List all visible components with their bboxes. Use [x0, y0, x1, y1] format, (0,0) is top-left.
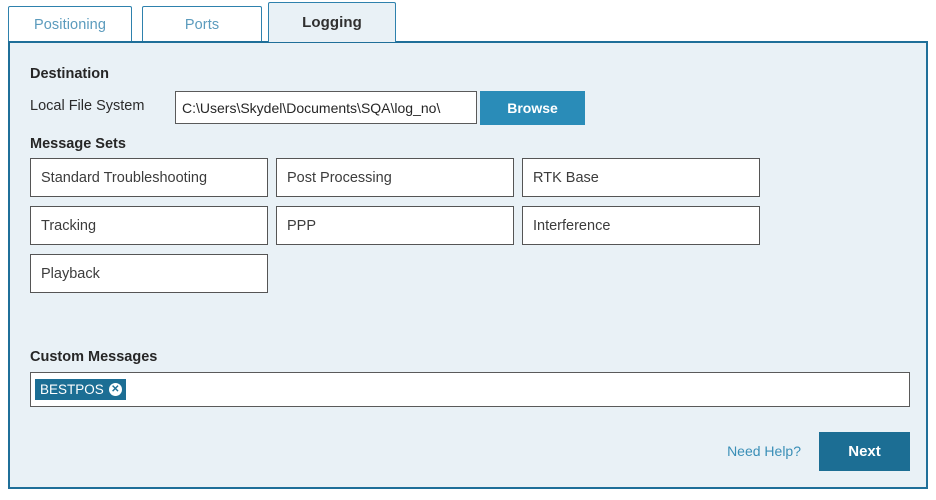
logging-settings-screen: Positioning Ports Logging Destination Lo…: [0, 0, 936, 500]
custom-messages-heading: Custom Messages: [30, 349, 158, 365]
custom-message-tag-label: BESTPOS: [40, 382, 104, 397]
message-set-interference[interactable]: Interference: [522, 206, 760, 245]
destination-path-input[interactable]: [175, 91, 477, 124]
message-set-ppp[interactable]: PPP: [276, 206, 514, 245]
logging-panel: Destination Local File System Browse Mes…: [8, 41, 928, 489]
message-set-standard-troubleshooting[interactable]: Standard Troubleshooting: [30, 158, 268, 197]
browse-button[interactable]: Browse: [480, 91, 585, 125]
tab-positioning[interactable]: Positioning: [8, 6, 132, 42]
destination-heading: Destination: [30, 66, 109, 82]
message-set-playback[interactable]: Playback: [30, 254, 268, 293]
message-sets-row: Playback: [30, 254, 782, 293]
message-sets-row: Standard Troubleshooting Post Processing…: [30, 158, 782, 197]
custom-messages-input[interactable]: BESTPOS ✕: [30, 372, 910, 407]
next-button[interactable]: Next: [819, 432, 910, 471]
need-help-link[interactable]: Need Help?: [727, 443, 801, 459]
message-set-post-processing[interactable]: Post Processing: [276, 158, 514, 197]
message-sets-row: Tracking PPP Interference: [30, 206, 782, 245]
tab-positioning-label: Positioning: [33, 16, 107, 33]
message-set-rtk-base[interactable]: RTK Base: [522, 158, 760, 197]
tab-ports-label: Ports: [184, 16, 220, 33]
message-sets-grid: Standard Troubleshooting Post Processing…: [30, 158, 782, 302]
custom-message-tag[interactable]: BESTPOS ✕: [35, 379, 126, 400]
message-sets-heading: Message Sets: [30, 136, 126, 152]
tab-ports[interactable]: Ports: [142, 6, 262, 42]
close-circle-icon[interactable]: ✕: [108, 383, 122, 396]
tab-logging[interactable]: Logging: [268, 2, 396, 42]
tab-logging-label: Logging: [302, 14, 362, 31]
tab-bar: Positioning Ports Logging: [0, 0, 936, 42]
local-file-system-label: Local File System: [30, 98, 145, 114]
message-set-tracking[interactable]: Tracking: [30, 206, 268, 245]
